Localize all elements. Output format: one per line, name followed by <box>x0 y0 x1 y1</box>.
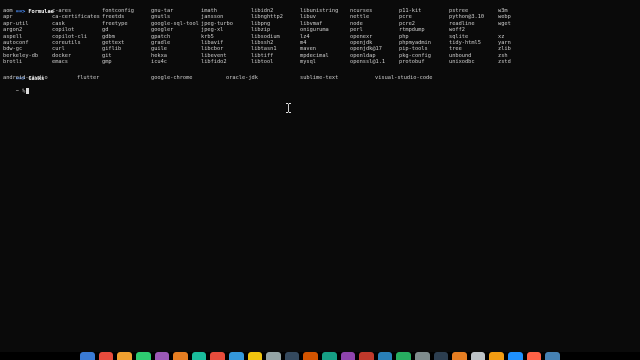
formula-item: icu4c <box>151 59 167 66</box>
formula-item: emacs <box>52 59 68 66</box>
dock-app-icon[interactable] <box>489 352 505 360</box>
text-cursor <box>26 88 30 94</box>
dock-app-icon[interactable] <box>173 352 188 360</box>
dock-app-icon[interactable] <box>284 352 300 360</box>
formula-item: mysql <box>300 59 316 66</box>
dock-app-icon[interactable] <box>526 352 542 360</box>
dock-app-icon[interactable] <box>340 352 356 360</box>
formula-item: brotli <box>3 59 23 66</box>
dock-app-icon[interactable] <box>210 352 225 360</box>
dock-app-icon[interactable] <box>452 352 467 360</box>
dock-app-icon[interactable] <box>266 352 281 360</box>
dock-app-icon[interactable] <box>80 352 95 360</box>
formula-item: openssl@1.1 <box>350 59 386 66</box>
dock-app-icon[interactable] <box>191 352 207 360</box>
formula-item: unixodbc <box>449 59 475 66</box>
dock-app-icon[interactable] <box>135 352 151 360</box>
formula-item: libtool <box>251 59 274 66</box>
formula-row: brotli emacs gmp icu4c libfido2 libtool mysql o… <box>3 59 637 66</box>
dock-app-icon[interactable] <box>508 352 523 360</box>
dock-app-icon[interactable] <box>377 352 393 360</box>
terminal-window[interactable]: ==> Formulae aom c-ares fontconfig gnu-tar im… <box>0 0 640 352</box>
dock-app-icon[interactable] <box>247 352 263 360</box>
formula-item: gmp <box>102 59 112 66</box>
ibeam-cursor-icon <box>286 103 291 113</box>
dock-app-icon[interactable] <box>359 352 374 360</box>
dock-app-icon[interactable] <box>303 352 318 360</box>
dock-app-icon[interactable] <box>396 352 412 360</box>
prompt-text: ~ % <box>15 88 26 95</box>
formula-item: zstd <box>498 59 511 66</box>
dock-app-icon[interactable] <box>545 352 560 360</box>
command-prompt[interactable]: ~ % <box>3 81 637 95</box>
dock-app-icon[interactable] <box>433 352 449 360</box>
dock-app-icon[interactable] <box>322 352 337 360</box>
formula-item: libfido2 <box>201 59 227 66</box>
formula-item: protobuf <box>399 59 425 66</box>
dock-app-icon[interactable] <box>98 352 114 360</box>
dock-app-icon[interactable] <box>117 352 132 360</box>
dock <box>80 352 560 360</box>
dock-app-icon[interactable] <box>154 352 170 360</box>
dock-app-icon[interactable] <box>415 352 430 360</box>
dock-app-icon[interactable] <box>470 352 486 360</box>
dock-app-icon[interactable] <box>228 352 244 360</box>
